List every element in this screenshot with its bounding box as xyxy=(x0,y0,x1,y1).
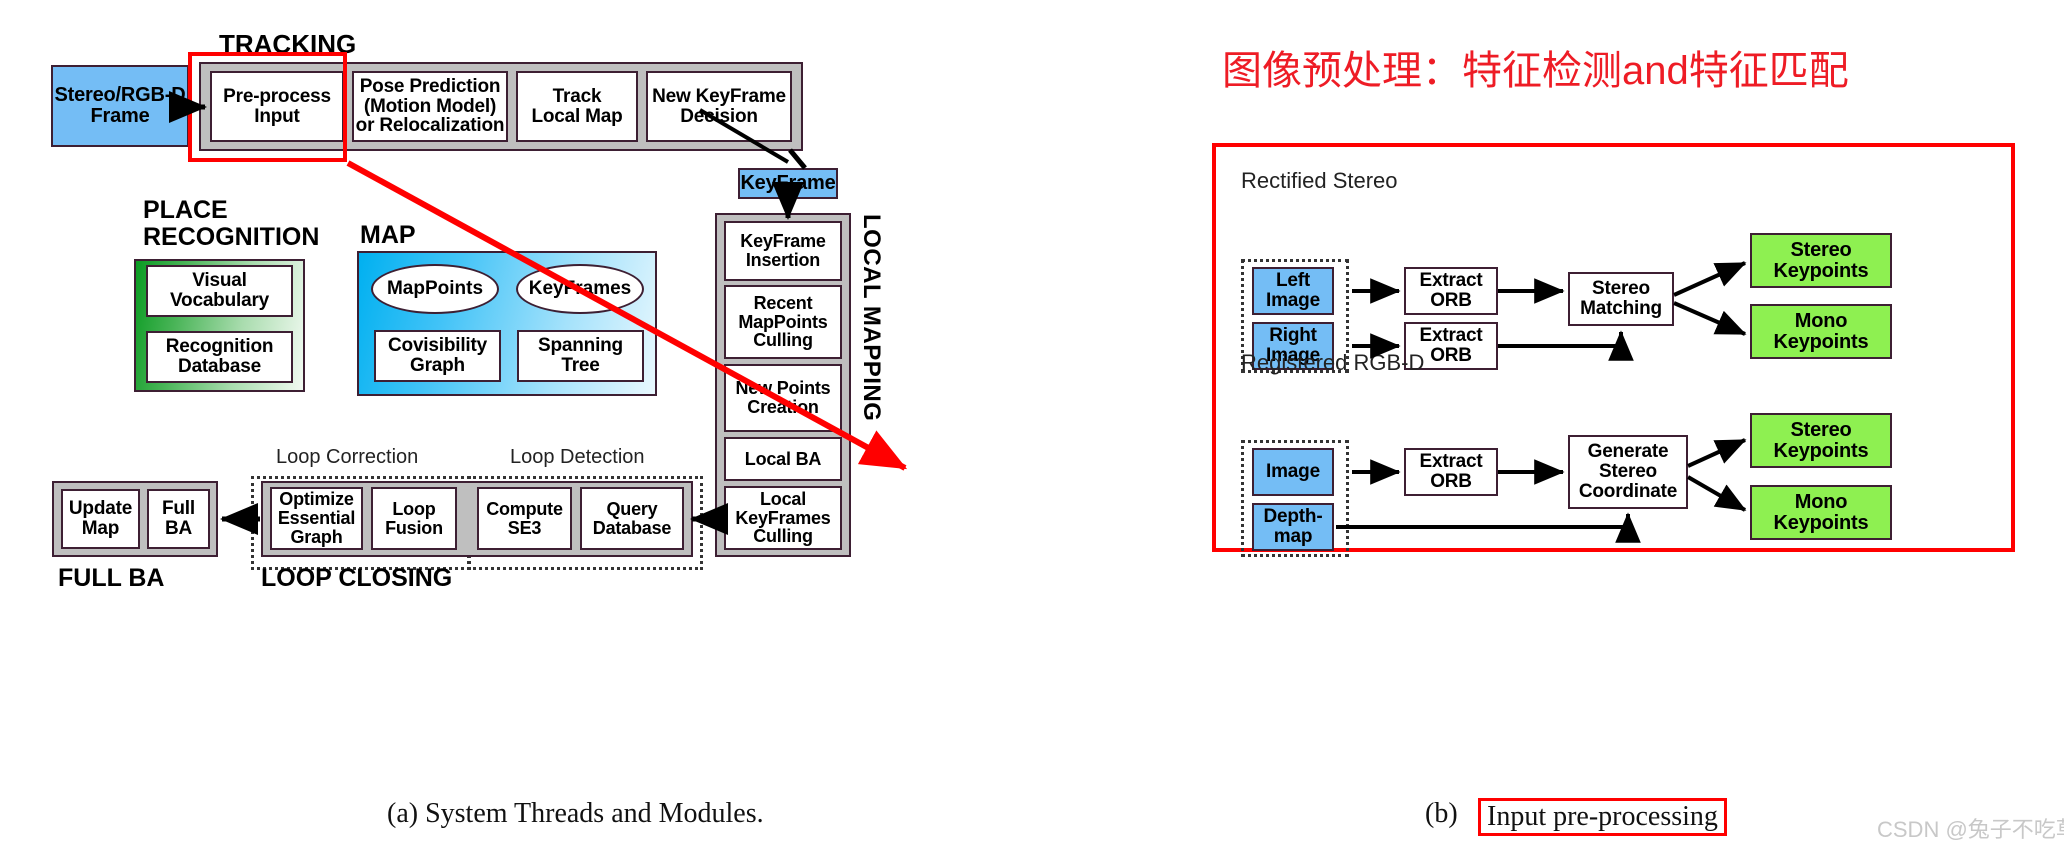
node-stereo-keypoints-top: Stereo Keypoints xyxy=(1750,233,1892,288)
node-visual-vocabulary: Visual Vocabulary xyxy=(146,265,293,317)
node-new-points-creation: New Points Creation xyxy=(724,364,842,432)
place-recognition-title: PLACE RECOGNITION xyxy=(143,196,320,251)
local-mapping-title: LOCAL MAPPING xyxy=(858,214,885,422)
ellipse-keyframes: KeyFrames xyxy=(516,264,644,314)
node-update-map: Update Map xyxy=(61,489,140,549)
ellipse-mappoints: MapPoints xyxy=(371,264,499,314)
node-keyframe-insertion: KeyFrame Insertion xyxy=(724,221,842,281)
full-ba-title: FULL BA xyxy=(58,564,165,592)
node-local-keyframes-culling: Local KeyFrames Culling xyxy=(724,486,842,550)
node-covisibility-graph: Covisibility Graph xyxy=(374,330,501,382)
node-pose-prediction: Pose Prediction (Motion Model) or Reloca… xyxy=(352,71,508,142)
node-stereo-keypoints-bottom: Stereo Keypoints xyxy=(1750,413,1892,468)
watermark: CSDN @兔子不吃草~ xyxy=(1877,817,2064,842)
figure-root: TRACKING Stereo/RGB-D Frame Pre-process … xyxy=(0,0,2064,845)
node-track-local-map: Track Local Map xyxy=(516,71,638,142)
node-keyframe: KeyFrame xyxy=(738,168,838,199)
node-recent-mappoints-culling: Recent MapPoints Culling xyxy=(724,285,842,359)
map-title: MAP xyxy=(360,221,416,249)
node-mono-keypoints-bottom: Mono Keypoints xyxy=(1750,485,1892,540)
annotation-title: 图像预处理：特征检测and特征匹配 xyxy=(1222,49,1849,93)
node-loop-fusion: Loop Fusion xyxy=(371,487,457,550)
node-extract-orb-rgbd: Extract ORB xyxy=(1404,448,1498,496)
loop-correction-label: Loop Correction xyxy=(276,446,419,468)
node-stereo-matching: Stereo Matching xyxy=(1568,272,1674,326)
node-compute-se3: Compute SE3 xyxy=(477,487,572,550)
caption-a: (a) System Threads and Modules. xyxy=(387,798,764,829)
node-spanning-tree: Spanning Tree xyxy=(517,330,644,382)
node-local-ba: Local BA xyxy=(724,437,842,481)
node-full-ba: Full BA xyxy=(147,489,210,549)
registered-rgbd-label: Registered RGB-D xyxy=(1241,350,1425,375)
node-image: Image xyxy=(1252,448,1334,496)
node-generate-stereo-coordinate: Generate Stereo Coordinate xyxy=(1568,435,1688,509)
loop-closing-title: LOOP CLOSING xyxy=(261,564,453,592)
node-extract-orb-left: Extract ORB xyxy=(1404,267,1498,315)
loop-detection-label: Loop Detection xyxy=(510,446,645,468)
node-stereo-rgbd-frame: Stereo/RGB-D Frame xyxy=(51,65,189,147)
caption-b-prefix: (b) xyxy=(1425,798,1458,829)
node-left-image: Left Image xyxy=(1252,267,1334,315)
node-optimize-essential-graph: Optimize Essential Graph xyxy=(270,487,363,550)
node-mono-keypoints-top: Mono Keypoints xyxy=(1750,304,1892,359)
node-new-keyframe-decision: New KeyFrame Decision xyxy=(646,71,792,142)
node-depth-map: Depth- map xyxy=(1252,503,1334,551)
rectified-stereo-label: Rectified Stereo xyxy=(1241,168,1398,193)
caption-b-boxed: Input pre-processing xyxy=(1478,798,1727,836)
preprocess-highlight-box xyxy=(188,52,347,162)
node-recognition-database: Recognition Database xyxy=(146,331,293,383)
node-query-database: Query Database xyxy=(580,487,684,550)
